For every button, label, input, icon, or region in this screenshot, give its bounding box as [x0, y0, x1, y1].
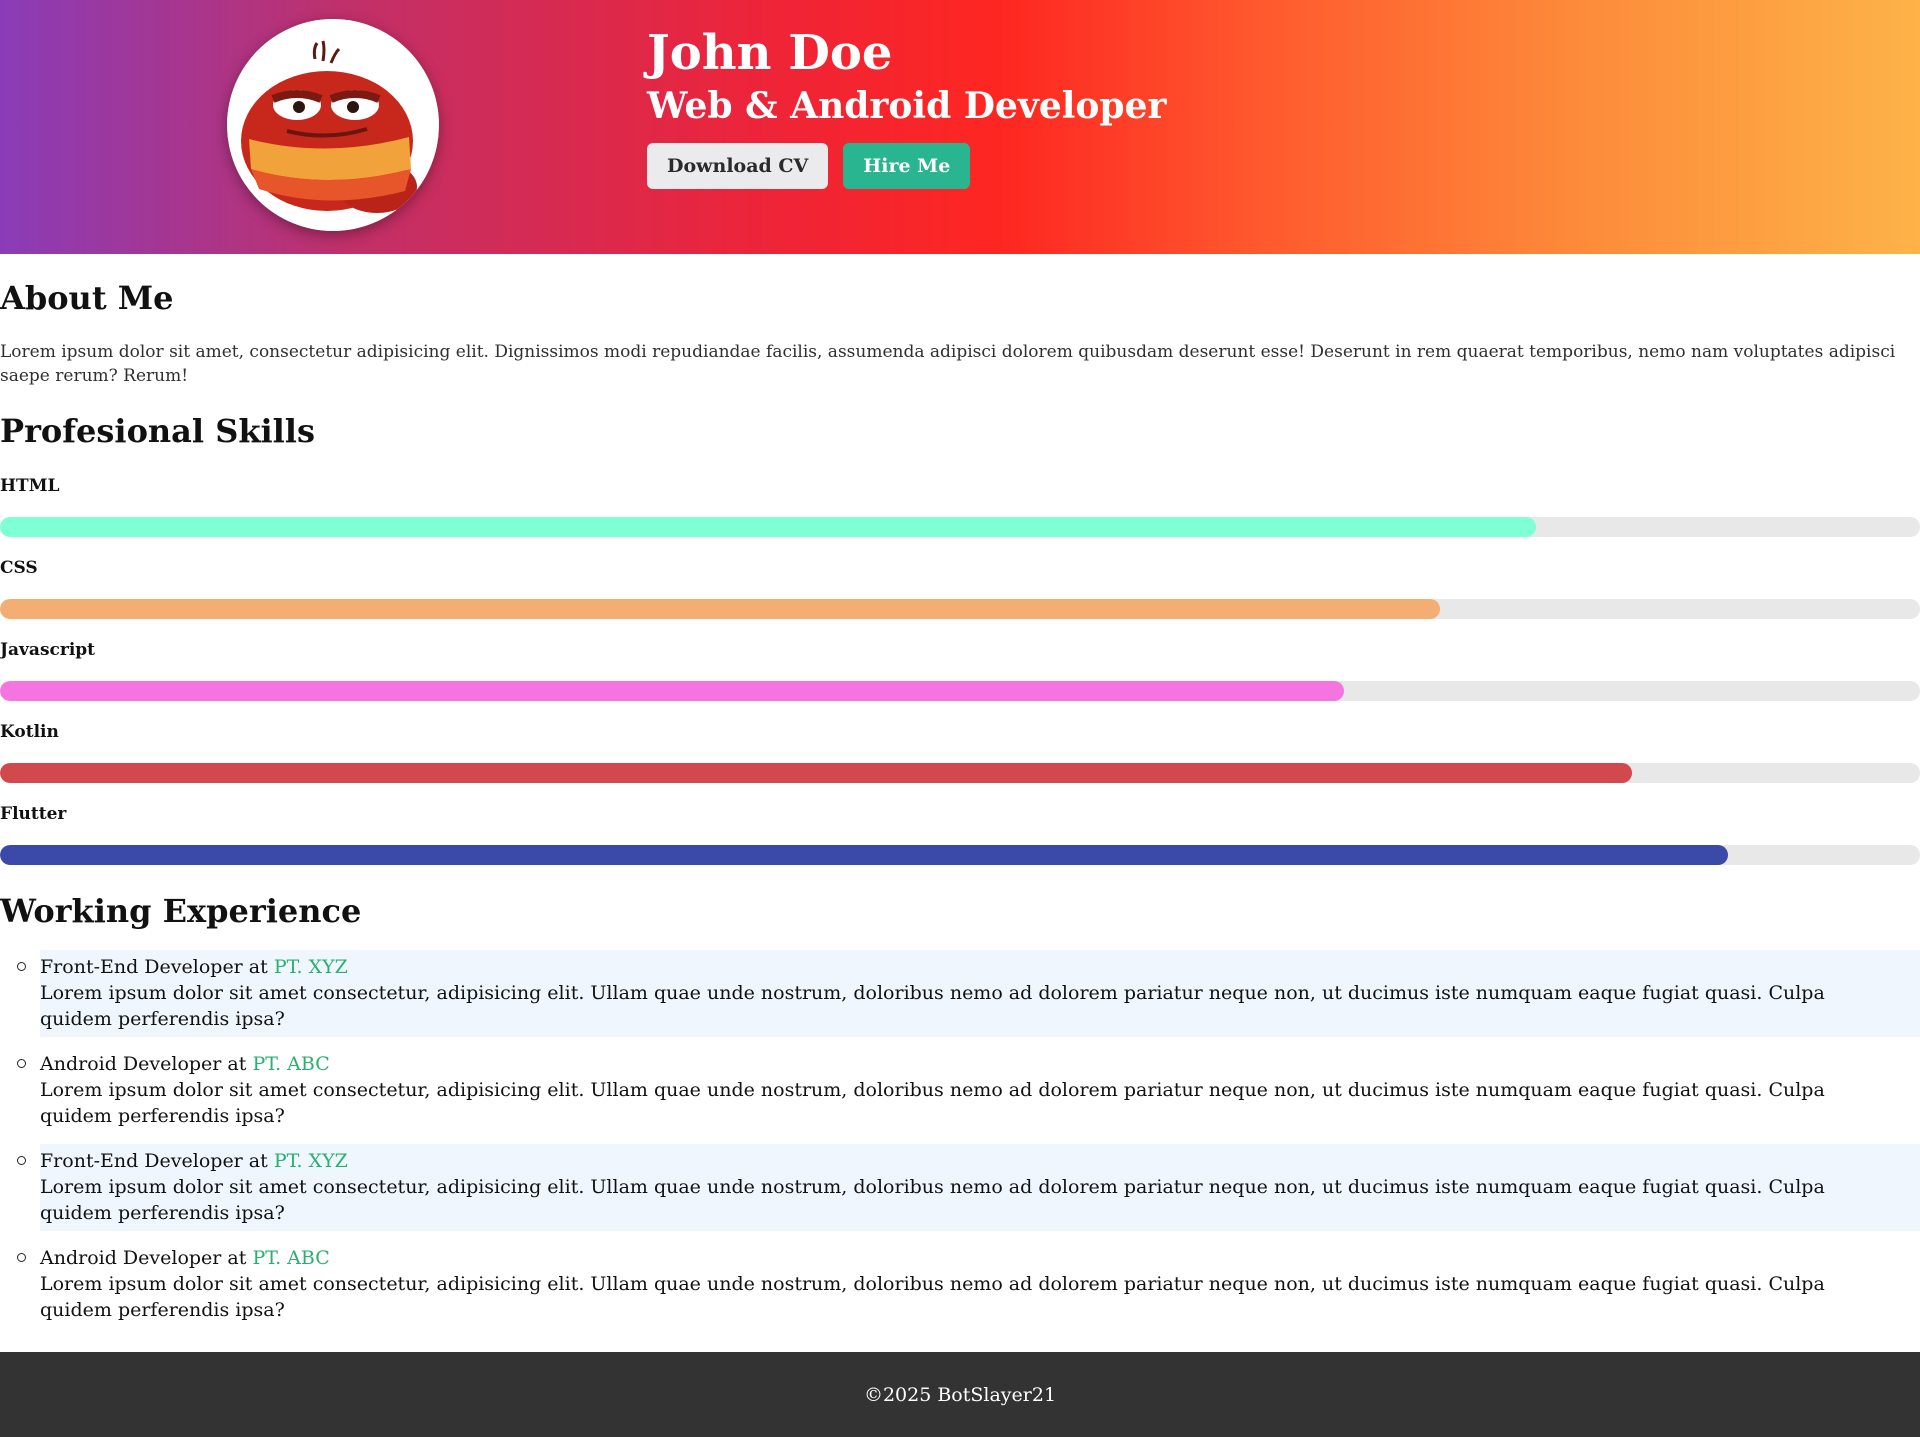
skill-progress-track [0, 845, 1920, 865]
skill-label: Kotlin [0, 722, 59, 742]
skills-title: Profesional Skills [0, 412, 315, 450]
skill-label: CSS [0, 558, 38, 578]
skills-list: HTML CSS Javascript Kotlin Flutter [0, 473, 1920, 883]
skill-css: CSS [0, 555, 1920, 637]
profile-role: Web & Android Developer [647, 85, 1167, 127]
cartoon-character-avatar-icon [227, 19, 439, 231]
experience-role: Front-End Developer at [40, 956, 274, 978]
footer-copyright: ©2025 BotSlayer21 [863, 1383, 1057, 1406]
avatar [227, 19, 439, 231]
skill-progress-fill [0, 517, 1536, 537]
experience-list: Front-End Developer at PT. XYZ Lorem ips… [0, 950, 1920, 1338]
profile-header: John Doe Web & Android Developer Downloa… [0, 0, 1920, 254]
header-text: John Doe Web & Android Developer Downloa… [647, 22, 1166, 189]
skill-kotlin: Kotlin [0, 719, 1920, 801]
skill-label: Javascript [0, 640, 96, 660]
skill-html: HTML [0, 473, 1920, 555]
experience-description: Lorem ipsum dolor sit amet consectetur, … [40, 1079, 1825, 1127]
experience-item: Android Developer at PT. ABC Lorem ipsum… [17, 1241, 1920, 1328]
skill-flutter: Flutter [0, 801, 1920, 883]
experience-company: PT. XYZ [273, 1150, 348, 1172]
skill-progress-fill [0, 763, 1632, 783]
experience-description: Lorem ipsum dolor sit amet consectetur, … [40, 982, 1825, 1030]
skill-label: HTML [0, 476, 60, 496]
experience-item: Android Developer at PT. ABC Lorem ipsum… [17, 1047, 1920, 1134]
list-bullet-icon [17, 1253, 26, 1262]
skill-progress-fill [0, 681, 1344, 701]
skill-progress-fill [0, 599, 1440, 619]
experience-role: Android Developer at [40, 1053, 253, 1075]
experience-title: Working Experience [0, 892, 362, 930]
profile-name: John Doe [647, 25, 893, 81]
list-bullet-icon [17, 962, 26, 971]
experience-description: Lorem ipsum dolor sit amet consectetur, … [40, 1273, 1825, 1321]
download-cv-button[interactable]: Download CV [647, 143, 829, 189]
skill-progress-track [0, 763, 1920, 783]
experience-role: Android Developer at [40, 1247, 253, 1269]
hire-me-button[interactable]: Hire Me [843, 143, 971, 189]
experience-company: PT. ABC [252, 1247, 330, 1269]
experience-item: Front-End Developer at PT. XYZ Lorem ips… [17, 950, 1920, 1037]
header-buttons: Download CV Hire Me [647, 143, 1166, 189]
skill-progress-track [0, 517, 1920, 537]
experience-company: PT. XYZ [273, 956, 348, 978]
page-footer: ©2025 BotSlayer21 [0, 1352, 1920, 1437]
skill-label: Flutter [0, 804, 67, 824]
list-bullet-icon [17, 1059, 26, 1068]
skill-javascript: Javascript [0, 637, 1920, 719]
skill-progress-track [0, 599, 1920, 619]
list-bullet-icon [17, 1156, 26, 1165]
skill-progress-fill [0, 845, 1728, 865]
skill-progress-track [0, 681, 1920, 701]
about-title: About Me [0, 279, 174, 317]
experience-company: PT. ABC [252, 1053, 330, 1075]
experience-description: Lorem ipsum dolor sit amet consectetur, … [40, 1176, 1825, 1224]
experience-item: Front-End Developer at PT. XYZ Lorem ips… [17, 1144, 1920, 1231]
about-text: Lorem ipsum dolor sit amet, consectetur … [0, 342, 1896, 386]
experience-role: Front-End Developer at [40, 1150, 274, 1172]
